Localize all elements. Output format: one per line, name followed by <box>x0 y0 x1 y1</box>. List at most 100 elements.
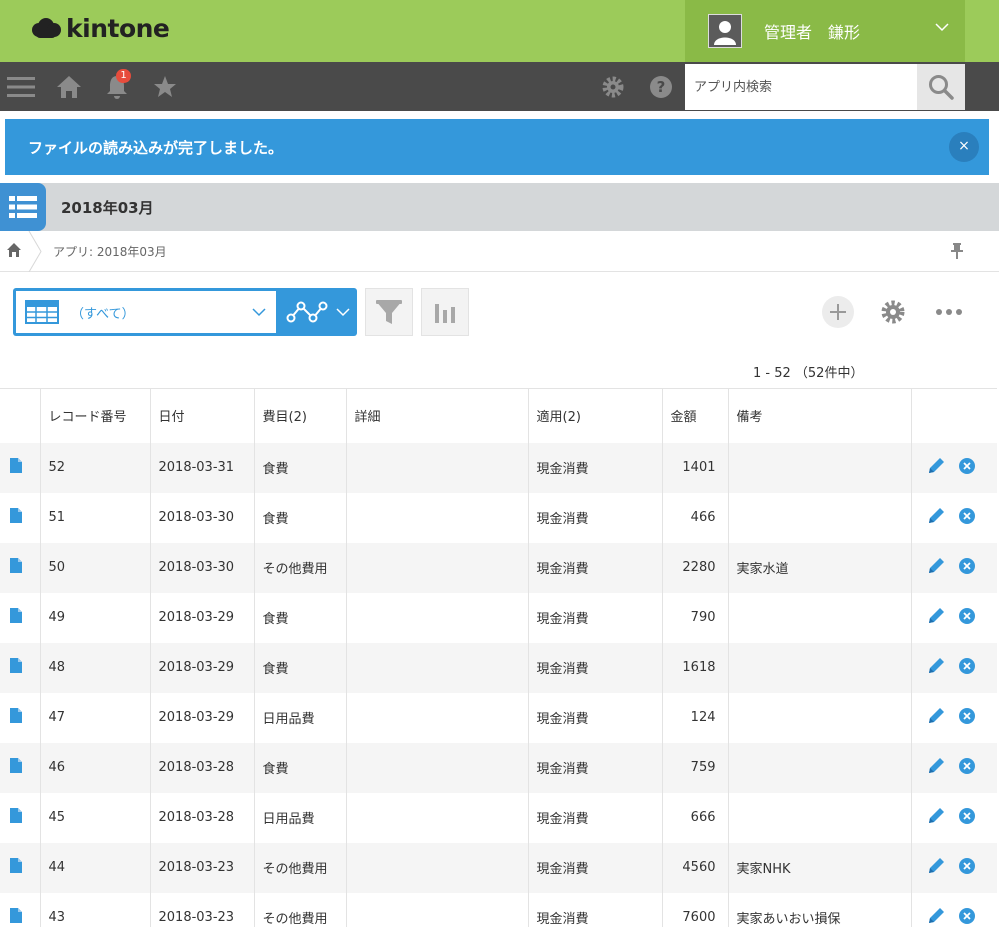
column-header[interactable]: 適用(2) <box>527 388 662 443</box>
search-button[interactable] <box>917 64 965 110</box>
table-body: 52 2018-03-31 食費 現金消費 1401 51 2018-03-30 食費 現金消費… <box>0 442 997 927</box>
table-row[interactable]: 44 2018-03-23 その他費用 現金消費 4560 実家NHK <box>0 842 997 893</box>
table-cell: 2018-03-31 <box>149 442 254 493</box>
delete-record-button[interactable] <box>958 657 975 678</box>
add-record-button[interactable] <box>822 296 854 328</box>
star-icon <box>154 75 176 97</box>
app-search-input[interactable] <box>685 64 917 110</box>
chevron-down-icon <box>252 308 266 317</box>
delete-record-button[interactable] <box>958 607 975 628</box>
delete-record-button[interactable] <box>958 557 975 578</box>
column-header[interactable]: 詳細 <box>345 388 528 443</box>
table-cell: 666 <box>661 792 728 843</box>
edit-record-button[interactable] <box>928 507 945 528</box>
user-icon <box>709 15 741 47</box>
table-cell <box>727 592 911 643</box>
home-button[interactable] <box>55 62 83 111</box>
view-select[interactable]: （すべて） <box>16 291 276 333</box>
table-row[interactable]: 50 2018-03-30 その他費用 現金消費 2280 実家水道 <box>0 542 997 593</box>
delete-icon <box>958 657 975 674</box>
table-cell: 47 <box>39 692 150 743</box>
edit-record-button[interactable] <box>928 657 945 678</box>
table-row[interactable]: 49 2018-03-29 食費 現金消費 790 <box>0 592 997 643</box>
table-cell <box>345 592 528 643</box>
favorites-button[interactable] <box>152 62 178 111</box>
edit-record-button[interactable] <box>928 857 945 878</box>
column-header[interactable]: 日付 <box>149 388 254 443</box>
edit-record-button[interactable] <box>928 457 945 478</box>
record-detail-link[interactable] <box>0 442 40 493</box>
table-row[interactable]: 45 2018-03-28 日用品費 現金消費 666 <box>0 792 997 843</box>
column-header[interactable]: 備考 <box>727 388 911 443</box>
view-selected-label: （すべて） <box>71 306 135 322</box>
record-detail-link[interactable] <box>0 893 40 927</box>
table-cell: 45 <box>39 792 150 843</box>
table-cell: 49 <box>39 592 150 643</box>
help-icon: ? <box>650 75 672 98</box>
delete-record-button[interactable] <box>958 707 975 728</box>
record-detail-link[interactable] <box>0 693 40 743</box>
user-menu[interactable]: 管理者 鎌形 <box>685 0 965 62</box>
more-options-button[interactable] <box>934 296 964 328</box>
table-row[interactable]: 47 2018-03-29 日用品費 現金消費 124 <box>0 692 997 743</box>
edit-icon <box>928 508 944 523</box>
help-button[interactable]: ? <box>648 62 674 111</box>
chart-button[interactable] <box>421 288 469 336</box>
pin-icon[interactable] <box>950 242 964 260</box>
record-detail-link[interactable] <box>0 793 40 843</box>
table-row[interactable]: 51 2018-03-30 食費 現金消費 466 <box>0 492 997 543</box>
table-row[interactable]: 48 2018-03-29 食費 現金消費 1618 <box>0 642 997 693</box>
record-detail-link[interactable] <box>0 642 40 693</box>
delete-record-button[interactable] <box>958 507 975 528</box>
record-detail-link[interactable] <box>0 842 40 893</box>
table-cell: 790 <box>661 592 728 643</box>
edit-icon <box>928 908 944 923</box>
edit-icon <box>928 858 944 873</box>
table-row[interactable]: 52 2018-03-31 食費 現金消費 1401 <box>0 442 997 493</box>
table-cell <box>727 642 911 693</box>
record-detail-link[interactable] <box>0 493 40 543</box>
table-cell: 7600 <box>661 892 728 927</box>
edit-record-button[interactable] <box>928 907 945 927</box>
home-icon[interactable] <box>7 243 21 257</box>
table-row[interactable]: 46 2018-03-28 食費 現金消費 759 <box>0 742 997 793</box>
record-detail-link[interactable] <box>0 542 40 593</box>
column-header[interactable]: レコード番号 <box>39 388 150 443</box>
graph-select[interactable] <box>278 288 357 336</box>
record-detail-link[interactable] <box>0 593 40 643</box>
close-icon: × <box>958 138 970 154</box>
delete-record-button[interactable] <box>958 907 975 927</box>
delete-record-button[interactable] <box>958 457 975 478</box>
row-actions <box>910 442 997 493</box>
edit-record-button[interactable] <box>928 757 945 778</box>
table-cell: 食費 <box>253 742 346 793</box>
delete-record-button[interactable] <box>958 857 975 878</box>
breadcrumb-app-link[interactable]: アプリ: 2018年03月 <box>53 243 167 260</box>
document-icon <box>10 808 22 823</box>
delete-record-button[interactable] <box>958 807 975 828</box>
table-cell: 実家NHK <box>727 842 911 893</box>
menu-button[interactable] <box>6 62 36 111</box>
app-settings-button[interactable] <box>879 296 907 328</box>
table-cell: 52 <box>39 442 150 493</box>
document-icon <box>10 908 22 923</box>
list-icon <box>9 196 37 218</box>
edit-record-button[interactable] <box>928 607 945 628</box>
table-row[interactable]: 43 2018-03-23 その他費用 現金消費 7600 実家あいおい損保 <box>0 892 997 927</box>
edit-record-button[interactable] <box>928 707 945 728</box>
close-notice-button[interactable]: × <box>949 132 979 162</box>
edit-record-button[interactable] <box>928 557 945 578</box>
delete-record-button[interactable] <box>958 757 975 778</box>
settings-button[interactable] <box>600 62 626 111</box>
table-cell: 44 <box>39 842 150 893</box>
edit-record-button[interactable] <box>928 807 945 828</box>
column-header[interactable]: 費目(2) <box>253 388 346 443</box>
filter-button[interactable] <box>365 288 413 336</box>
kintone-logo[interactable]: kintone <box>30 14 170 43</box>
table-cell: 4560 <box>661 842 728 893</box>
column-header[interactable]: 金額 <box>661 388 728 443</box>
delete-icon <box>958 607 975 624</box>
table-cell: 食費 <box>253 642 346 693</box>
delete-icon <box>958 507 975 524</box>
record-detail-link[interactable] <box>0 742 40 793</box>
